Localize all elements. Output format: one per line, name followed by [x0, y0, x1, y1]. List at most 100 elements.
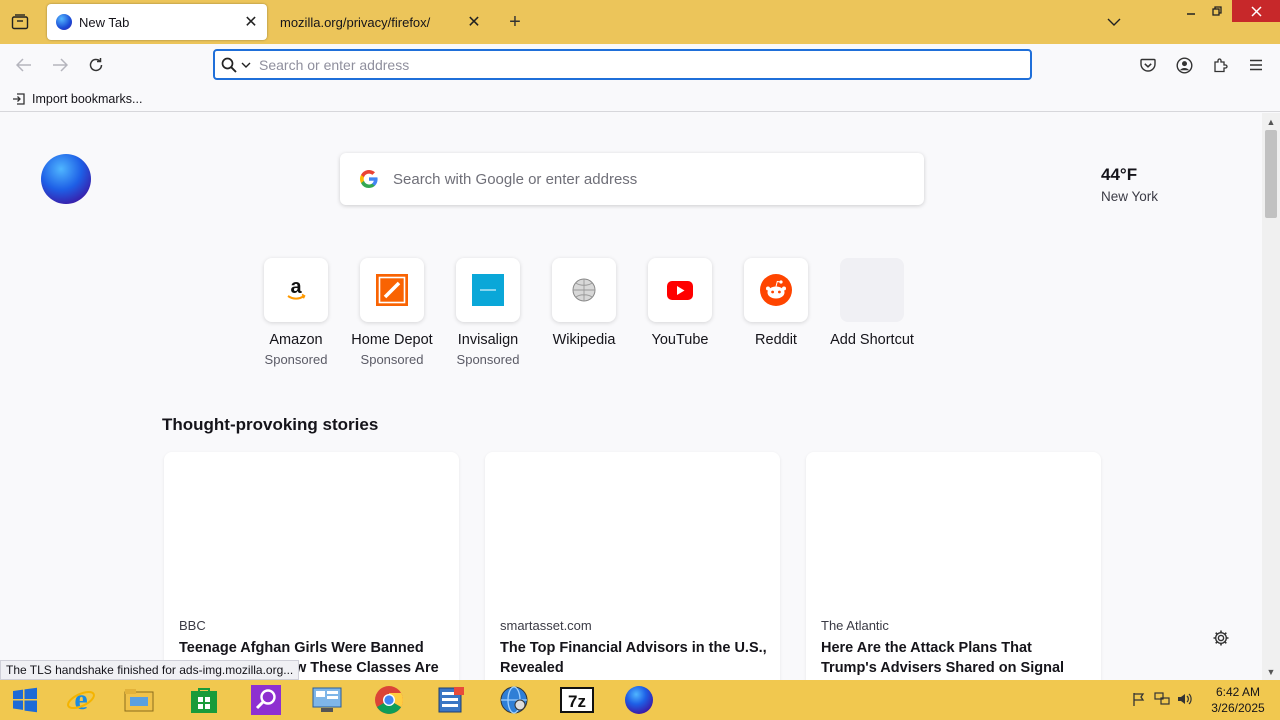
shortcut-youtube[interactable]: YouTube	[632, 258, 728, 367]
close-window-button[interactable]	[1232, 0, 1280, 22]
shortcut-title: Add Shortcut	[830, 332, 914, 348]
taskbar-network-globe[interactable]	[485, 682, 543, 718]
vertical-scrollbar[interactable]: ▲ ▼	[1262, 113, 1280, 680]
shortcut-home-depot[interactable]: Home Depot Sponsored	[344, 258, 440, 367]
story-card[interactable]: The Atlantic Here Are the Attack Plans T…	[806, 452, 1101, 680]
story-card[interactable]: BBC Teenage Afghan Girls Were Banned Fro…	[164, 452, 459, 680]
start-button[interactable]	[0, 680, 50, 720]
shortcut-wikipedia[interactable]: Wikipedia	[536, 258, 632, 367]
taskbar-file-explorer[interactable]	[110, 682, 168, 718]
search-icon	[221, 57, 237, 73]
weather-widget[interactable]: 44°F New York	[1101, 165, 1158, 204]
shortcut-add[interactable]: Add Shortcut	[824, 258, 920, 367]
address-bar[interactable]	[213, 49, 1032, 80]
taskbar-clock[interactable]: 6:42 AM 3/26/2025	[1204, 684, 1272, 716]
firefox-logo-icon	[41, 154, 91, 204]
firefox-view-button[interactable]	[6, 9, 34, 35]
shortcut-title: Reddit	[755, 332, 797, 348]
extensions-button[interactable]	[1207, 52, 1233, 78]
google-search-box[interactable]	[340, 153, 924, 205]
story-source: BBC	[179, 618, 206, 633]
close-tab-icon[interactable]: ✕	[241, 12, 261, 32]
close-tab-icon[interactable]: ✕	[464, 12, 484, 32]
tab-bar: New Tab ✕ mozilla.org/privacy/firefox/ ✕…	[0, 0, 1280, 44]
shortcut-tile[interactable]	[456, 258, 520, 322]
weather-city: New York	[1101, 189, 1159, 204]
volume-tray[interactable]	[1174, 688, 1196, 710]
taskbar-search-app[interactable]	[237, 682, 295, 718]
scroll-thumb[interactable]	[1265, 130, 1277, 218]
import-bookmarks-label: Import bookmarks...	[32, 91, 143, 106]
plus-icon: +	[509, 10, 521, 33]
google-search-input[interactable]	[393, 170, 893, 188]
tab-mozilla-privacy[interactable]: mozilla.org/privacy/firefox/ ✕	[268, 4, 490, 40]
shortcut-reddit[interactable]: Reddit	[728, 258, 824, 367]
forward-arrow-icon	[53, 58, 68, 72]
shortcut-title: Home Depot	[351, 332, 433, 348]
app-menu-button[interactable]	[1243, 52, 1269, 78]
shortcut-tile[interactable]	[552, 258, 616, 322]
story-headline: The Top Financial Advisors in the U.S., …	[500, 640, 767, 676]
puzzle-piece-icon	[1214, 58, 1228, 73]
scroll-down-arrow-icon[interactable]: ▼	[1262, 663, 1280, 680]
reload-button[interactable]	[83, 52, 109, 78]
svg-text:e: e	[74, 685, 87, 715]
tab-new-tab[interactable]: New Tab ✕	[47, 4, 267, 40]
network-globe-icon	[500, 686, 528, 714]
registry-editor-icon	[438, 687, 464, 713]
account-button[interactable]	[1171, 52, 1197, 78]
taskbar-chrome[interactable]	[360, 682, 418, 718]
search-app-icon	[251, 685, 281, 715]
forward-button[interactable]	[47, 52, 73, 78]
hamburger-menu-icon	[1250, 59, 1262, 71]
pocket-icon	[1140, 58, 1156, 72]
restore-button[interactable]	[1200, 0, 1234, 22]
taskbar-control-panel[interactable]	[298, 682, 356, 718]
navigation-toolbar	[0, 44, 1280, 86]
search-engine-button[interactable]	[221, 57, 251, 73]
add-shortcut-icon[interactable]	[840, 258, 904, 322]
import-bookmarks-button[interactable]: Import bookmarks...	[12, 92, 142, 106]
shortcut-tile[interactable]	[648, 258, 712, 322]
action-center-flag[interactable]	[1128, 688, 1150, 710]
internet-explorer-icon: e	[67, 685, 95, 715]
back-arrow-icon	[16, 58, 31, 72]
shortcut-title: Invisalign	[457, 332, 519, 348]
taskbar-firefox[interactable]	[610, 682, 668, 718]
new-tab-button[interactable]: +	[503, 10, 527, 34]
weather-temperature: 44°F	[1101, 165, 1138, 184]
windows-taskbar: e 7z 6:42 AM 3/26/2025	[0, 680, 1280, 720]
reload-icon	[89, 58, 103, 72]
new-tab-page: 44°F New York a Amazon Sponsored Home De…	[0, 113, 1262, 680]
url-input[interactable]	[259, 56, 959, 73]
pocket-button[interactable]	[1135, 52, 1161, 78]
shortcut-tile[interactable]: a	[264, 258, 328, 322]
shortcut-tile[interactable]	[744, 258, 808, 322]
firefox-favicon-icon	[56, 14, 72, 30]
back-button[interactable]	[11, 52, 37, 78]
minimize-icon	[1187, 13, 1195, 15]
taskbar-store[interactable]	[175, 682, 233, 718]
taskbar-registry-editor[interactable]	[422, 682, 480, 718]
svg-text:a: a	[290, 277, 302, 298]
shortcut-title: YouTube	[651, 332, 709, 348]
svg-text:7z: 7z	[568, 692, 586, 711]
taskbar-7zip[interactable]: 7z	[548, 682, 606, 718]
taskbar-internet-explorer[interactable]: e	[52, 682, 110, 718]
stories-section-title: Thought-provoking stories	[162, 415, 379, 434]
invisalign-icon	[472, 274, 504, 306]
scroll-up-arrow-icon[interactable]: ▲	[1262, 113, 1280, 130]
flag-icon	[1133, 693, 1145, 706]
shortcut-invisalign[interactable]: Invisalign Sponsored	[440, 258, 536, 367]
clock-date: 3/26/2025	[1211, 701, 1265, 715]
clock-time: 6:42 AM	[1215, 685, 1261, 699]
home-depot-icon	[376, 274, 408, 306]
personalize-button[interactable]	[1212, 629, 1232, 649]
shortcut-amazon[interactable]: a Amazon Sponsored	[248, 258, 344, 367]
list-all-tabs-button[interactable]	[1102, 12, 1126, 32]
shortcut-tile[interactable]	[360, 258, 424, 322]
network-tray[interactable]	[1151, 688, 1173, 710]
shortcut-sponsored-label: Sponsored	[264, 352, 328, 367]
status-panel: The TLS handshake finished for ads-img.m…	[0, 660, 300, 680]
story-card[interactable]: smartasset.com The Top Financial Advisor…	[485, 452, 780, 680]
